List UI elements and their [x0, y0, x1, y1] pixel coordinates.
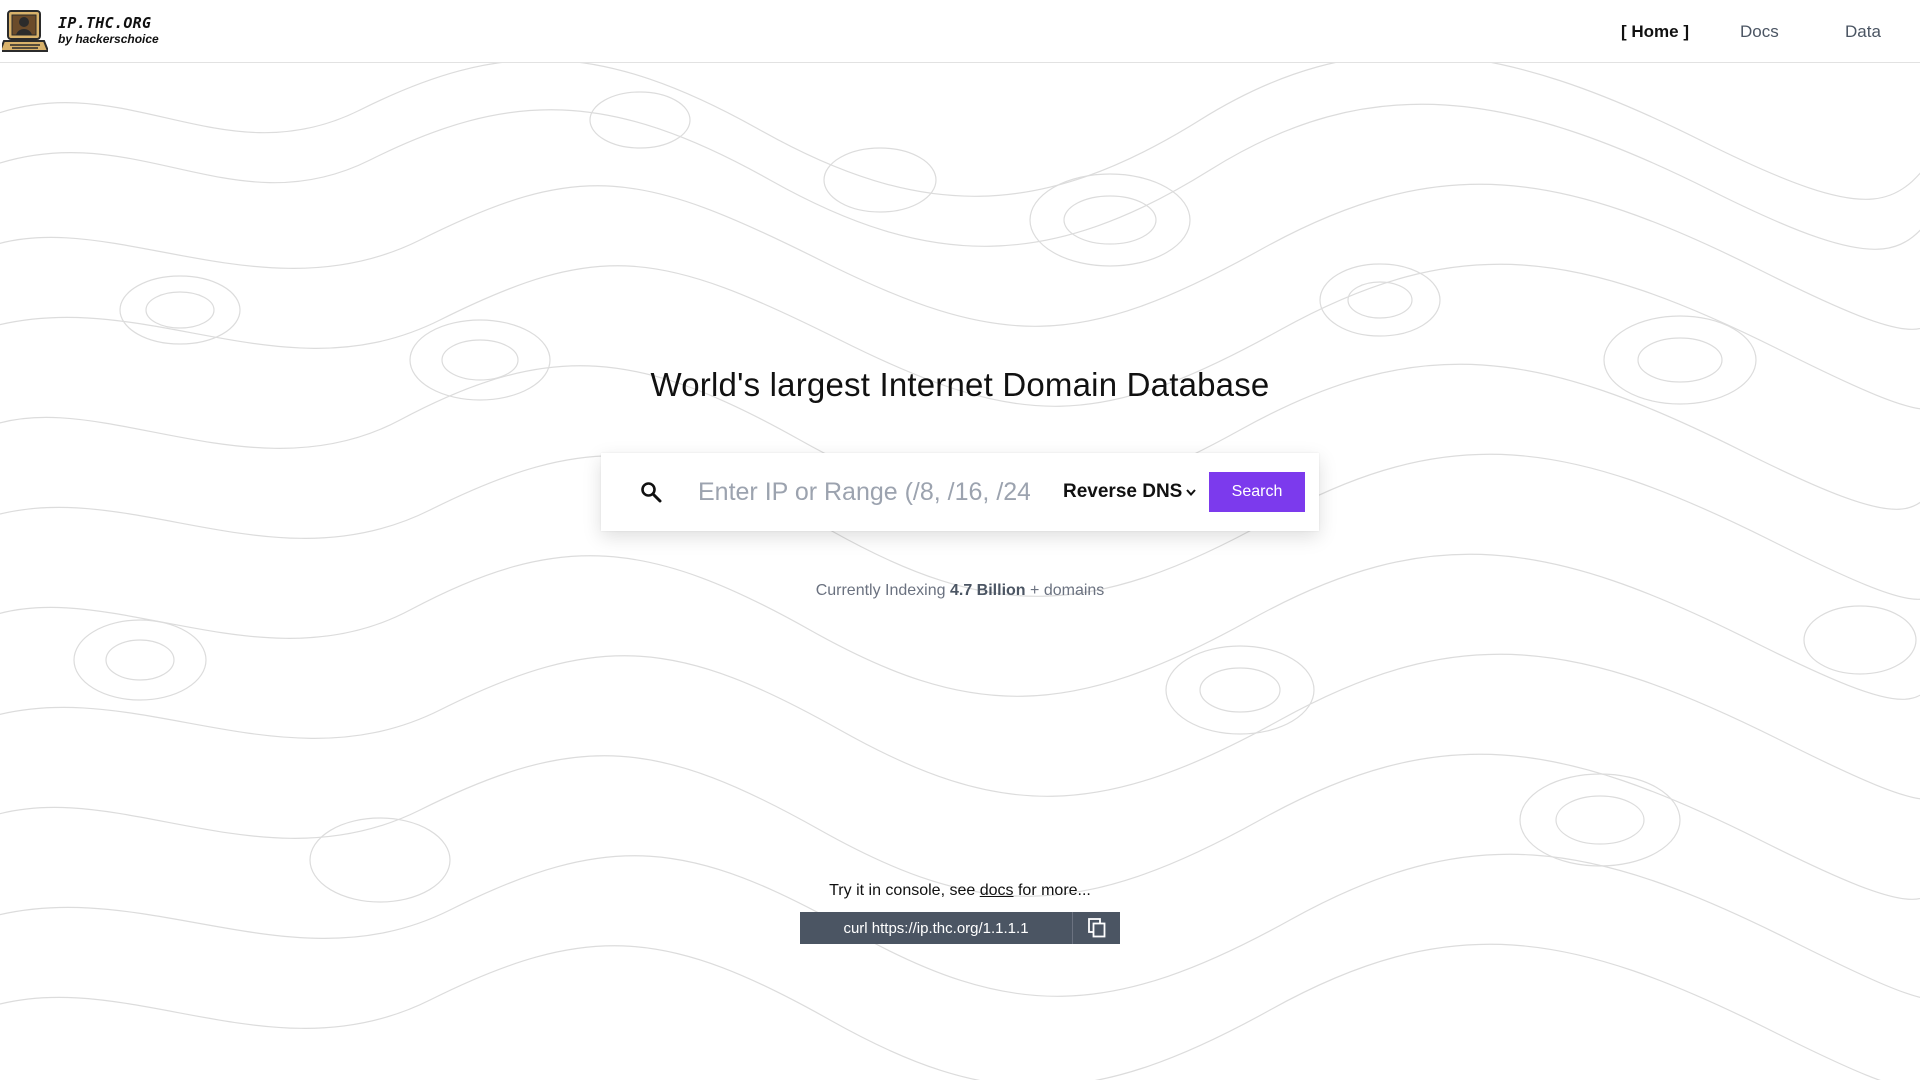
- indexing-prefix: Currently Indexing: [815, 582, 946, 599]
- nav-data-link[interactable]: Data: [1845, 0, 1881, 63]
- console-note-suffix: for more...: [1017, 882, 1091, 899]
- brand-logo-link[interactable]: IP.THC.ORG by hackerschoice: [2, 6, 159, 56]
- indexing-plus: +: [1030, 582, 1040, 599]
- indexing-suffix: domains: [1043, 582, 1105, 599]
- search-button[interactable]: Search: [1209, 472, 1305, 512]
- page-title: World's largest Internet Domain Database: [650, 366, 1270, 403]
- search-icon: [641, 482, 662, 503]
- console-command-box: curl https://ip.thc.org/1.1.1.1: [800, 912, 1120, 944]
- top-header: IP.THC.ORG by hackerschoice [ Home ] Doc…: [0, 0, 1920, 63]
- brand-text: IP.THC.ORG by hackerschoice: [58, 15, 159, 46]
- search-card: Reverse DNS Search: [601, 453, 1319, 531]
- copy-command-button[interactable]: [1073, 912, 1120, 944]
- console-note-prefix: Try it in console, see: [829, 882, 976, 899]
- search-mode-selected: Reverse DNS: [1063, 481, 1183, 502]
- nav-home-link[interactable]: [ Home ]: [1621, 0, 1689, 63]
- console-note: Try it in console, see docs for more...: [0, 882, 1920, 900]
- indexing-count: 4.7 Billion: [949, 582, 1026, 599]
- nav-docs-link[interactable]: Docs: [1740, 0, 1779, 63]
- console-command: curl https://ip.thc.org/1.1.1.1: [843, 919, 1029, 937]
- docs-link[interactable]: docs: [980, 882, 1014, 899]
- search-mode-select[interactable]: Reverse DNS: [1063, 471, 1197, 513]
- copy-icon: [1087, 918, 1105, 938]
- indexing-stats: Currently Indexing 4.7 Billion + domains: [0, 582, 1920, 600]
- chevron-down-icon: [1186, 489, 1197, 497]
- search-input[interactable]: [698, 471, 1030, 513]
- brand-subtitle: by hackerschoice: [58, 31, 159, 46]
- hacker-laptop-logo-icon: [2, 10, 48, 52]
- brand-title: IP.THC.ORG: [58, 14, 152, 33]
